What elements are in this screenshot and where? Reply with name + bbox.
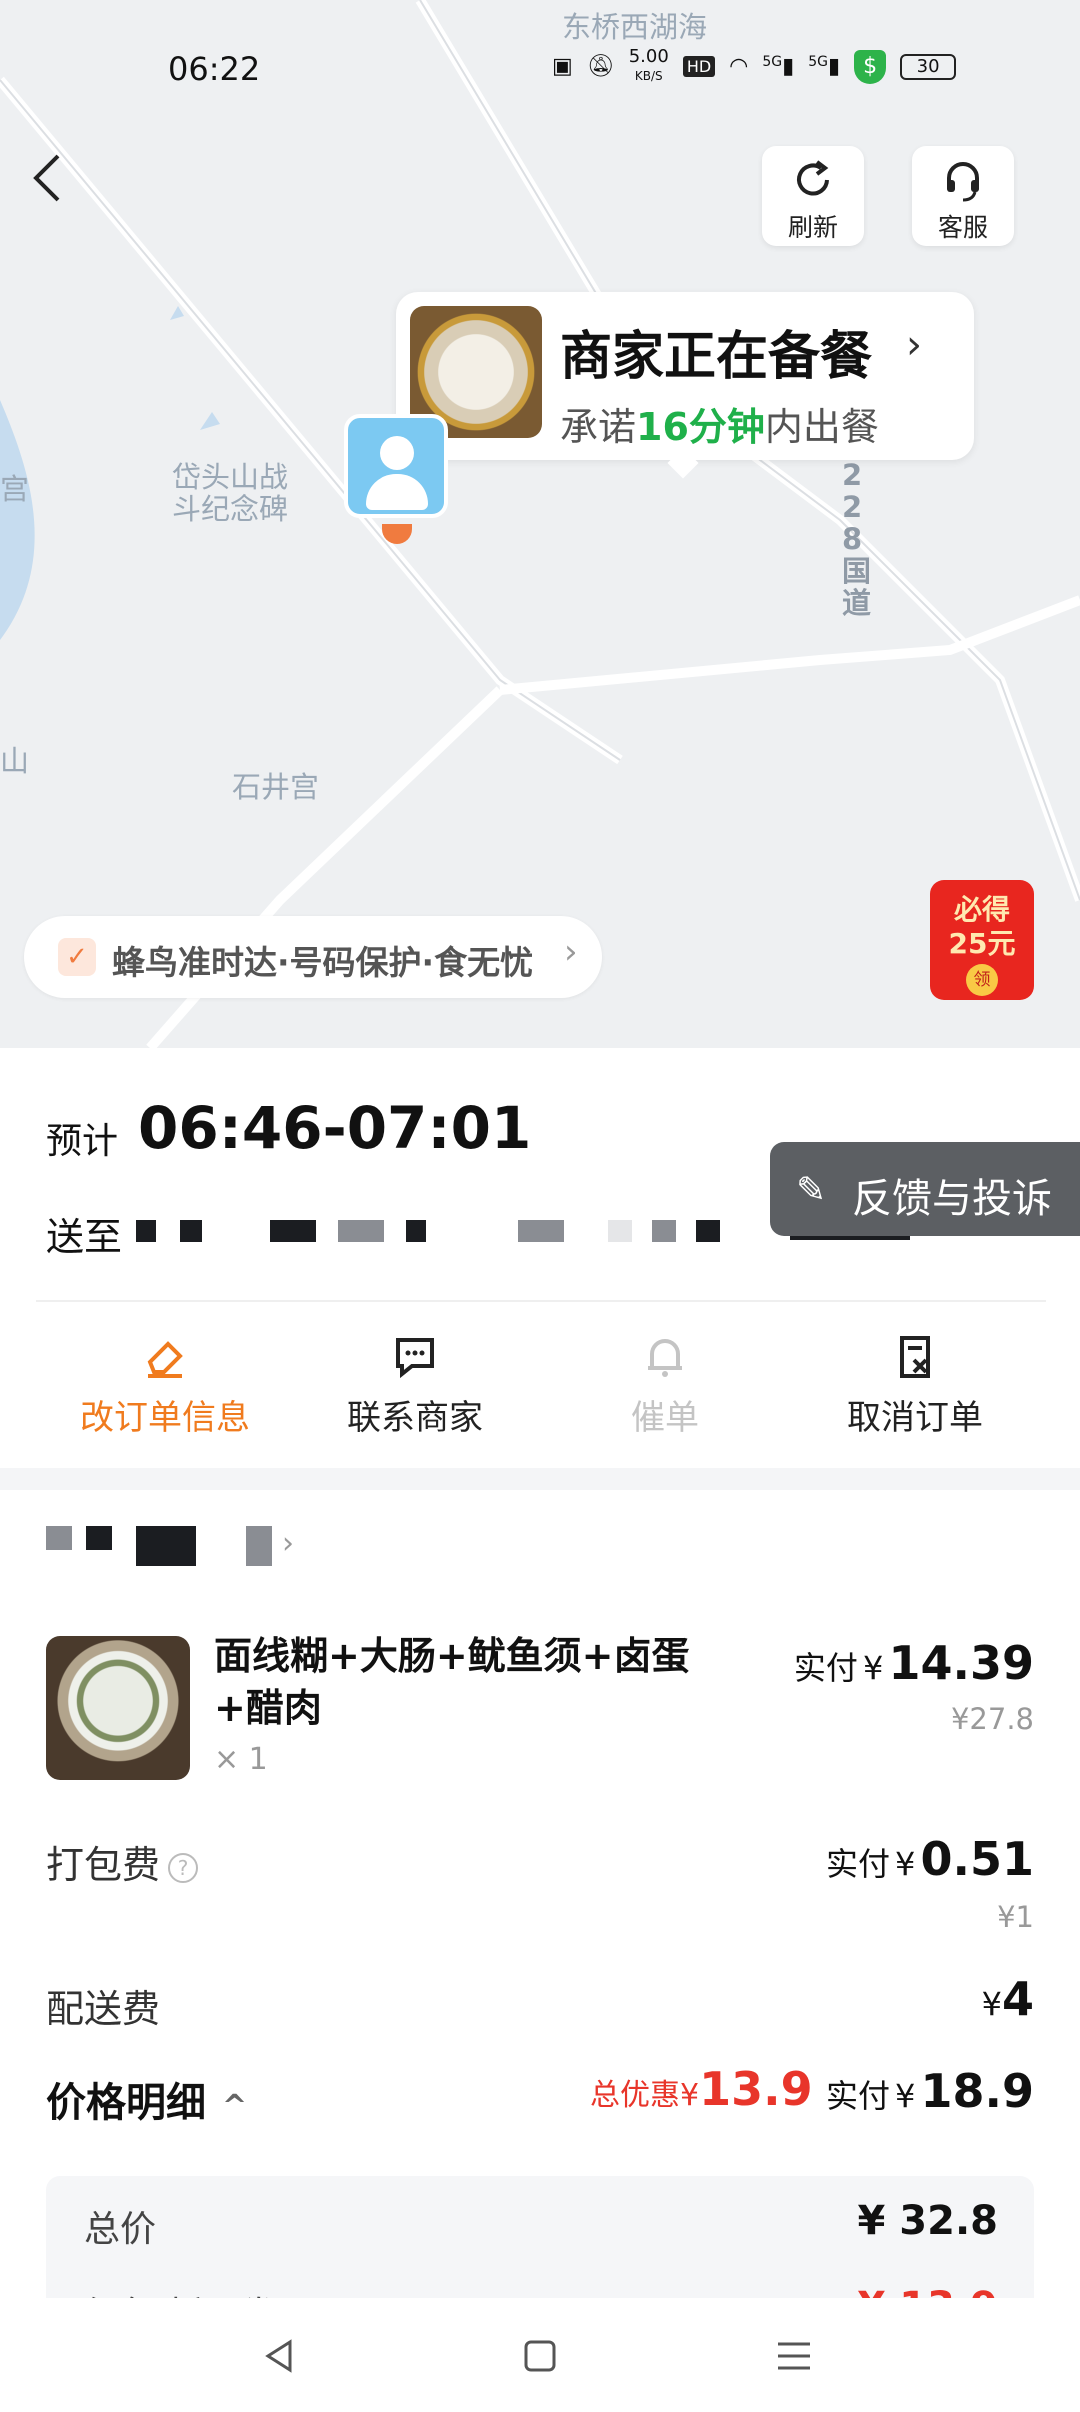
nav-back-icon[interactable]	[256, 2332, 304, 2380]
item-image	[46, 1636, 190, 1780]
battery-icon: 30	[900, 53, 957, 80]
order-actions: 改订单信息 联系商家 催单 取消订单	[0, 1322, 1080, 1442]
contact-merchant-button[interactable]: 联系商家	[290, 1322, 540, 1442]
order-detail-sheet[interactable]: 预计 06:46-07:01 送至 ✎ 反馈与投诉 改订单信息 联系商家 催单	[0, 1048, 1080, 2412]
caret-up-icon: ^	[222, 2089, 248, 2124]
edit-order-label: 改订单信息	[80, 1398, 250, 1438]
red-packet-line2: 25元	[948, 927, 1016, 960]
hd-icon: HD	[682, 56, 716, 77]
packing-fee-paid: 实付 ¥ 0.51	[825, 1832, 1034, 1886]
delivery-fee-label: 配送费	[46, 1987, 161, 2031]
status-time: 06:22	[168, 50, 261, 88]
packing-fee-label: 打包费?	[46, 1834, 199, 1889]
cancel-order-button[interactable]: 取消订单	[790, 1322, 1040, 1442]
item-original-price: ¥27.8	[950, 1702, 1034, 1736]
total-price-label: 总价	[84, 2209, 157, 2250]
nav-home-icon[interactable]	[516, 2332, 564, 2380]
edit-pencil-icon: ✎	[796, 1170, 827, 1211]
nav-menu-icon[interactable]	[770, 2332, 818, 2380]
red-packet-button[interactable]: 必得 25元 领	[930, 880, 1034, 1000]
map-label-road-228: 228国道	[842, 458, 872, 620]
shop-name-link[interactable]: ›	[46, 1526, 306, 1574]
avatar-body	[366, 474, 428, 510]
complaint-label: 反馈与投诉	[852, 1176, 1052, 1222]
map-label-shijinggong: 石井宫	[232, 770, 320, 804]
chevron-right-icon: ›	[906, 322, 922, 368]
question-icon[interactable]: ?	[168, 1852, 199, 1883]
chat-icon	[396, 1338, 434, 1379]
signal-icon-1: 5G▮	[762, 54, 795, 79]
total-price-value: ¥ 32.8	[857, 2198, 998, 2244]
signal-icon-2: 5G▮	[808, 54, 841, 79]
chevron-right-icon: ›	[282, 1526, 294, 1561]
edit-order-button[interactable]: 改订单信息	[40, 1322, 290, 1442]
cancel-order-label: 取消订单	[847, 1398, 983, 1438]
avatar-head	[380, 436, 414, 470]
map-view[interactable]: 东桥西湖海 岱头山战 斗纪念碑 石井宫 228国道 宫 山 06:22 ▣ 🔕︎…	[0, 0, 1080, 1048]
item-paid: 实付 ¥ 14.39	[793, 1636, 1034, 1690]
guarantee-text: 蜂鸟准时达·号码保护·食无忧	[112, 943, 534, 982]
total-discount: 总优惠¥13.9	[590, 2062, 813, 2116]
map-label-shan: 山	[0, 744, 30, 778]
item-name: 面线糊+大肠+鱿鱼须+卤蛋+醋肉	[214, 1634, 690, 1730]
customer-service-button[interactable]: 客服	[912, 146, 1014, 246]
back-button[interactable]	[28, 148, 68, 208]
eta-time: 06:46-07:01	[138, 1094, 532, 1162]
total-paid: 实付 ¥ 18.9	[825, 2064, 1034, 2118]
map-label-gong: 宫	[0, 472, 30, 506]
price-detail-toggle[interactable]: 价格明细 ^	[46, 2070, 247, 2128]
refresh-icon	[797, 160, 829, 196]
wifi-icon: ◠	[729, 54, 749, 79]
section-gap	[0, 1468, 1080, 1490]
status-bar: 06:22 ▣ 🔕︎ 5.00 KB/S HD ◠ 5G▮ 5G▮ $ 30	[0, 0, 1080, 130]
divider	[36, 1300, 1046, 1302]
refresh-button[interactable]: 刷新	[762, 146, 864, 246]
mute-icon: 🔕︎	[586, 54, 615, 79]
bell-icon	[648, 1339, 682, 1377]
item-quantity: × 1	[214, 1742, 268, 1777]
user-location-pin	[344, 414, 448, 518]
chevron-left-icon	[33, 154, 60, 202]
system-nav-bar	[0, 2298, 1080, 2412]
check-badge-icon: ✓	[58, 938, 96, 976]
contact-merchant-label: 联系商家	[347, 1398, 483, 1438]
refresh-label: 刷新	[787, 213, 838, 242]
urge-order-label: 催单	[631, 1398, 699, 1438]
chevron-right-icon: ›	[564, 932, 578, 972]
send-to-label: 送至	[46, 1215, 123, 1259]
net-speed: 5.00 KB/S	[628, 46, 669, 84]
map-label-memorial: 岱头山战 斗纪念碑	[172, 460, 289, 526]
status-icons: ▣ 🔕︎ 5.00 KB/S HD ◠ 5G▮ 5G▮ $ 30	[552, 46, 957, 85]
eraser-icon	[147, 1341, 183, 1378]
packing-fee-original: ¥1	[997, 1900, 1034, 1934]
order-status-subtitle: 承诺16分钟内出餐	[560, 405, 879, 449]
delivery-fee-value: ¥4	[981, 1972, 1034, 2026]
feedback-complaint-button[interactable]: ✎ 反馈与投诉	[770, 1142, 1080, 1236]
service-guarantee-pill[interactable]: ✓ 蜂鸟准时达·号码保护·食无忧 ›	[24, 916, 602, 998]
red-packet-coin: 领	[966, 964, 998, 996]
service-label: 客服	[937, 213, 988, 242]
eta-label: 预计	[46, 1121, 119, 1162]
cancel-document-icon	[900, 1336, 930, 1378]
security-shield-icon: $	[854, 49, 887, 84]
order-status-card[interactable]: 商家正在备餐 › 承诺16分钟内出餐	[396, 292, 974, 479]
order-status-title: 商家正在备餐	[560, 327, 873, 387]
headset-icon	[947, 162, 979, 202]
urge-order-button[interactable]: 催单	[540, 1322, 790, 1442]
camera-icon: ▣	[552, 54, 573, 79]
